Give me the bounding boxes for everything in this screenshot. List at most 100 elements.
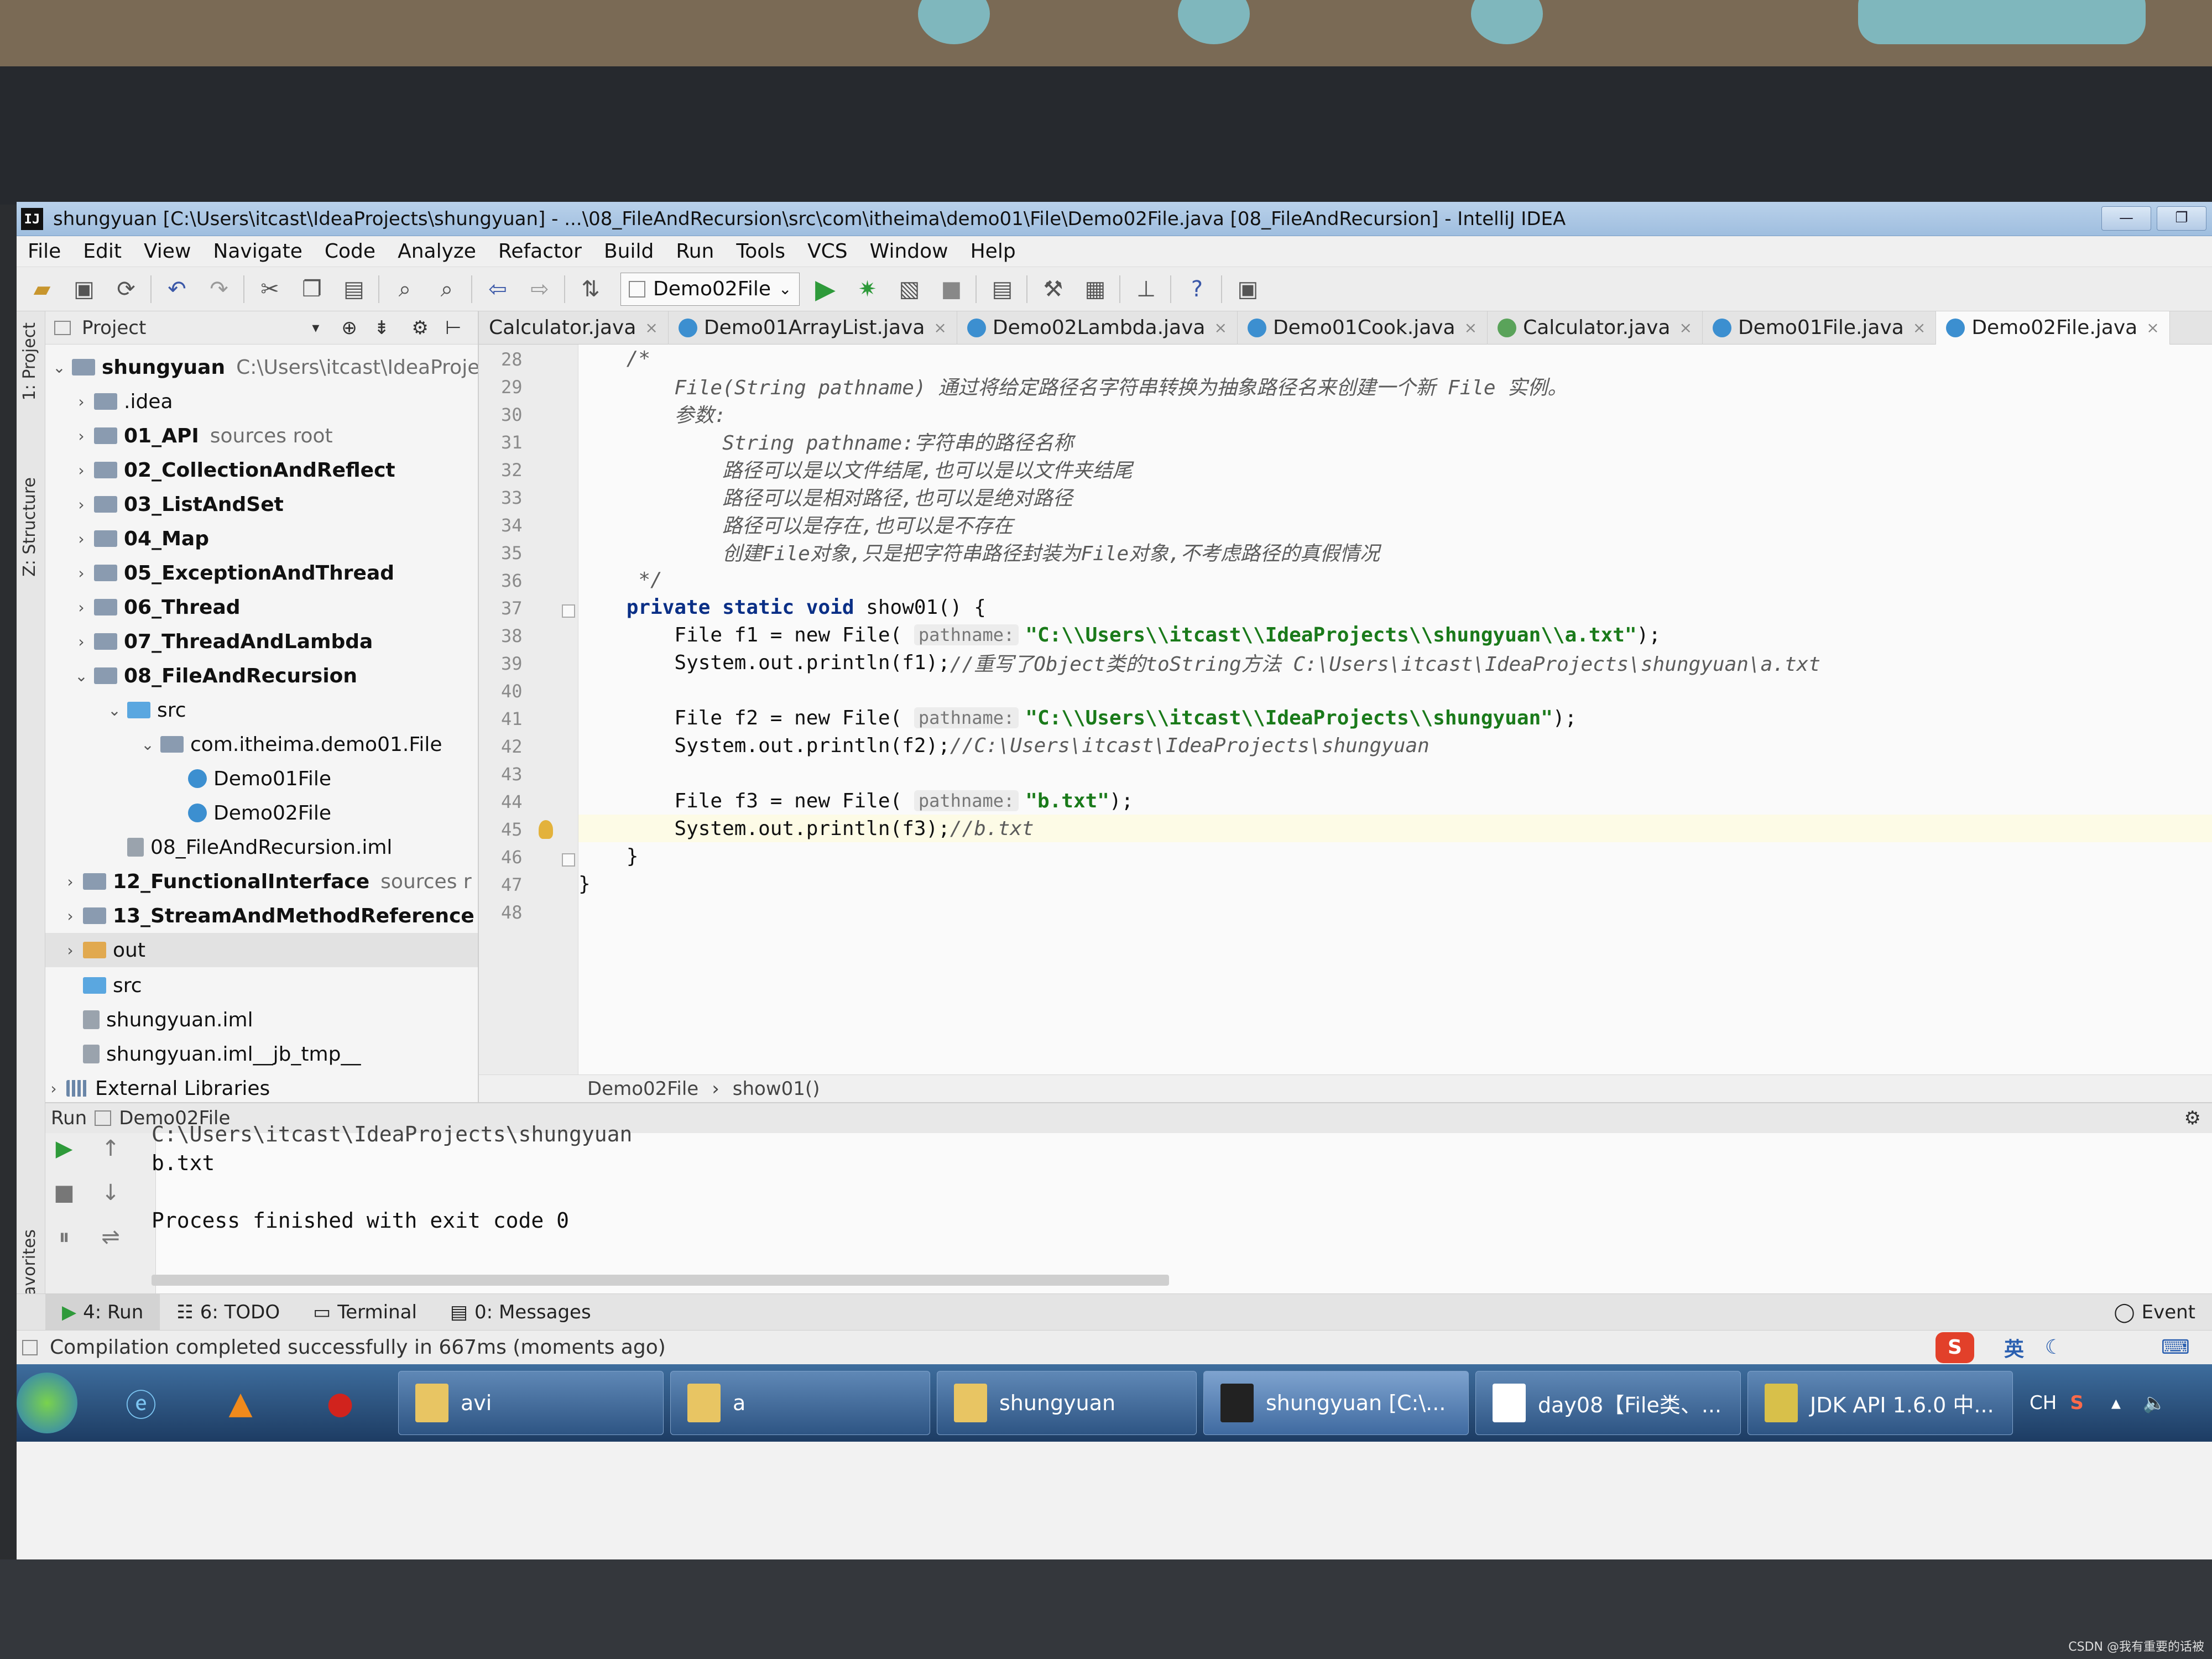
- keyboard-icon[interactable]: ⌨: [2161, 1336, 2190, 1359]
- tab-run[interactable]: ▶ 4: Run: [45, 1293, 160, 1331]
- replace-icon[interactable]: ⌕: [430, 273, 463, 306]
- locate-icon[interactable]: ⊕: [341, 317, 357, 339]
- menu-edit[interactable]: Edit: [72, 240, 133, 263]
- tree-item-out[interactable]: › out: [45, 933, 478, 967]
- run-configuration-select[interactable]: Demo02File ⌄: [620, 272, 800, 306]
- tree-item-08-iml[interactable]: 08_FileAndRecursion.iml: [45, 830, 392, 864]
- ie-icon[interactable]: ⓔ: [111, 1373, 171, 1433]
- chevron-down-icon[interactable]: ⌄: [51, 358, 67, 377]
- structure-side-tab[interactable]: Z: Structure: [20, 477, 39, 577]
- code-editor[interactable]: /* File(String pathname) 通过将给定路径名字符串转换为抽…: [578, 345, 2212, 1074]
- tree-item-05[interactable]: › 05_ExceptionAndThread: [45, 556, 394, 590]
- taskbar-item-intellij[interactable]: shungyuan [C:\...: [1203, 1371, 1469, 1435]
- fold-icon[interactable]: [562, 604, 575, 618]
- status-panel-toggle-icon[interactable]: [22, 1339, 38, 1355]
- menu-view[interactable]: View: [133, 240, 202, 263]
- minimize-button[interactable]: —: [2101, 206, 2151, 231]
- run-icon[interactable]: ▶: [808, 273, 842, 306]
- sdk-icon[interactable]: ▦: [1078, 273, 1112, 306]
- debug-icon[interactable]: ✷: [851, 273, 884, 306]
- vlc-icon[interactable]: ▲: [210, 1373, 271, 1433]
- media-player-icon[interactable]: ●: [310, 1373, 371, 1433]
- soft-wrap-icon[interactable]: ⇌: [95, 1222, 126, 1253]
- menu-build[interactable]: Build: [593, 240, 665, 263]
- menu-code[interactable]: Code: [314, 240, 387, 263]
- copy-icon[interactable]: ❐: [295, 273, 328, 306]
- tab-demo02file[interactable]: Demo02File.java ×: [1936, 311, 2170, 345]
- tree-item-iml-tmp[interactable]: shungyuan.iml__jb_tmp__: [45, 1037, 361, 1071]
- back-icon[interactable]: ⇦: [481, 273, 514, 306]
- chevron-down-icon[interactable]: ⌄: [106, 701, 123, 719]
- tree-item-03[interactable]: › 03_ListAndSet: [45, 487, 283, 521]
- tab-demo01arraylist[interactable]: Demo01ArrayList.java ×: [669, 311, 957, 345]
- close-icon[interactable]: ×: [2146, 319, 2159, 337]
- chevron-right-icon[interactable]: ›: [73, 461, 90, 479]
- coverage-icon[interactable]: ▧: [893, 273, 926, 306]
- scroll-up-icon[interactable]: ↑: [95, 1133, 126, 1164]
- collapse-all-icon[interactable]: ⇟: [374, 317, 390, 339]
- menu-vcs[interactable]: VCS: [796, 240, 859, 263]
- tab-calculator-1[interactable]: Calculator.java ×: [479, 311, 669, 345]
- stop-icon[interactable]: ■: [49, 1177, 80, 1208]
- cut-icon[interactable]: ✂: [253, 273, 286, 306]
- menu-help[interactable]: Help: [959, 240, 1027, 263]
- project-structure-icon[interactable]: ⚒: [1036, 273, 1070, 306]
- close-icon[interactable]: ×: [933, 319, 946, 337]
- pause-icon[interactable]: ⏸: [49, 1222, 80, 1253]
- fold-icon[interactable]: [562, 853, 575, 867]
- close-icon[interactable]: ×: [1913, 319, 1926, 337]
- breadcrumb-file[interactable]: Demo02File: [587, 1078, 698, 1100]
- vcs-icon[interactable]: ⊥: [1129, 273, 1162, 306]
- project-side-tab[interactable]: 1: Project: [20, 322, 39, 400]
- chevron-right-icon[interactable]: ›: [73, 427, 90, 445]
- tab-messages[interactable]: ▤ 0: Messages: [434, 1294, 608, 1331]
- tree-item-01-api[interactable]: › 01_API sources root: [45, 419, 332, 453]
- close-icon[interactable]: ×: [1214, 319, 1227, 337]
- tab-todo[interactable]: ☷ 6: TODO: [160, 1294, 296, 1331]
- tree-item-07[interactable]: › 07_ThreadAndLambda: [45, 624, 373, 659]
- start-button[interactable]: [17, 1373, 77, 1433]
- chevron-right-icon[interactable]: ›: [73, 633, 90, 651]
- close-icon[interactable]: ×: [1464, 319, 1477, 337]
- chevron-right-icon[interactable]: ›: [45, 1079, 62, 1098]
- tab-demo01file[interactable]: Demo01File.java ×: [1703, 311, 1937, 345]
- stop-icon[interactable]: ■: [935, 273, 968, 306]
- taskbar-item-a[interactable]: a: [670, 1371, 930, 1435]
- tree-item-13[interactable]: › 13_StreamAndMethodReference: [45, 899, 474, 933]
- tab-event-log[interactable]: ◯ Event: [2098, 1294, 2212, 1331]
- console-scrollbar[interactable]: [152, 1275, 1169, 1286]
- intention-bulb-icon[interactable]: [539, 820, 553, 839]
- tree-item-04[interactable]: › 04_Map: [45, 521, 209, 556]
- menu-tools[interactable]: Tools: [725, 240, 796, 263]
- gear-icon[interactable]: ⚙: [2184, 1107, 2201, 1129]
- chevron-right-icon[interactable]: ›: [73, 598, 90, 617]
- tree-item-12[interactable]: › 12_FunctionalInterface sources r: [45, 864, 471, 899]
- tree-item-idea[interactable]: › .idea: [45, 384, 173, 419]
- menu-window[interactable]: Window: [859, 240, 959, 263]
- menu-analyze[interactable]: Analyze: [387, 240, 487, 263]
- tray-expand-icon[interactable]: ▴: [2111, 1392, 2121, 1414]
- paste-icon[interactable]: ▤: [337, 273, 371, 306]
- tab-terminal[interactable]: ▭ Terminal: [296, 1294, 434, 1331]
- chevron-right-icon[interactable]: ›: [73, 393, 90, 411]
- tree-item-external-libraries[interactable]: › External Libraries: [45, 1071, 270, 1102]
- taskbar-item-typora[interactable]: day08【File类、...: [1475, 1371, 1741, 1435]
- breadcrumb-method[interactable]: show01(): [733, 1078, 820, 1100]
- chevron-down-icon[interactable]: ⌄: [73, 667, 90, 685]
- moon-icon[interactable]: ☾: [2045, 1336, 2063, 1359]
- restore-button[interactable]: ❐: [2157, 206, 2206, 231]
- scroll-down-icon[interactable]: ↓: [95, 1177, 126, 1208]
- tree-item-02[interactable]: › 02_CollectionAndReflect: [45, 453, 395, 487]
- close-icon[interactable]: ×: [1679, 319, 1692, 337]
- rerun-icon[interactable]: ▶: [49, 1133, 80, 1164]
- tab-demo01cook[interactable]: Demo01Cook.java ×: [1238, 311, 1488, 345]
- redo-icon[interactable]: ↷: [202, 273, 236, 306]
- find-icon[interactable]: ⌕: [388, 273, 421, 306]
- tree-item-shungyuan[interactable]: ⌄ shungyuan C:\Users\itcast\IdeaProje: [45, 350, 478, 384]
- menu-run[interactable]: Run: [665, 240, 725, 263]
- chevron-right-icon[interactable]: ›: [73, 530, 90, 548]
- project-view-select[interactable]: Project: [82, 317, 146, 339]
- open-icon[interactable]: ▰: [25, 273, 59, 306]
- chevron-right-icon[interactable]: ›: [73, 564, 90, 582]
- build-icon[interactable]: ⇅: [574, 273, 607, 306]
